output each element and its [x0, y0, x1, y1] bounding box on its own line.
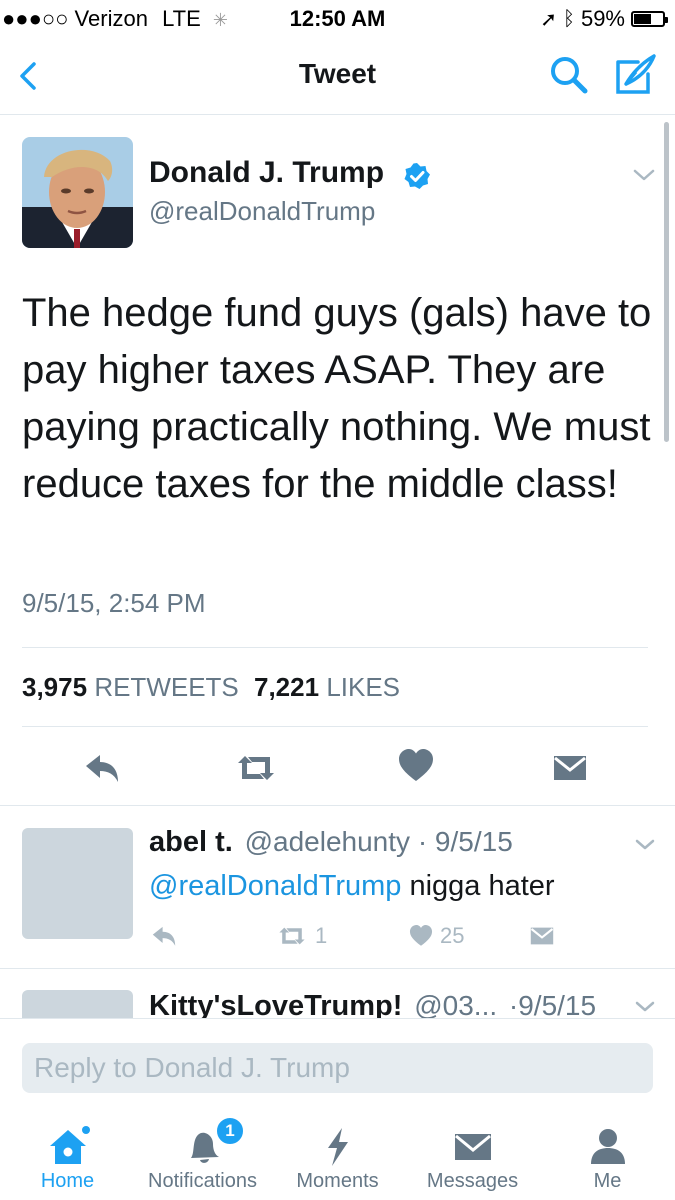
- reply-author-name[interactable]: abel t.: [149, 826, 233, 858]
- tab-me[interactable]: Me: [540, 1110, 675, 1200]
- like-count: 25: [440, 923, 465, 948]
- section-separator: [0, 805, 675, 806]
- tab-messages[interactable]: Messages: [405, 1110, 540, 1200]
- divider: [22, 647, 648, 648]
- tab-moments[interactable]: Moments: [270, 1110, 405, 1200]
- reply-text: @realDonaldTrump nigga hater: [149, 870, 555, 903]
- reply-date: ·9/5/15: [508, 990, 597, 1021]
- status-bar: ●●●○○ Verizon LTE ✳ 12:50 AM ➚ ᛒ 59%: [0, 0, 675, 40]
- compose-icon[interactable]: [612, 52, 658, 98]
- bluetooth-icon: ᛒ: [562, 7, 575, 30]
- tweet-timestamp: 9/5/15, 2:54 PM: [22, 588, 206, 618]
- avatar[interactable]: [22, 828, 133, 939]
- reply-icon: [152, 926, 176, 946]
- retweet-count: 1: [315, 923, 328, 948]
- avatar[interactable]: [22, 137, 133, 248]
- author-name[interactable]: Donald J. Trump: [149, 156, 384, 190]
- reply-body: nigga hater: [401, 870, 555, 902]
- like-label[interactable]: LIKES: [326, 672, 400, 702]
- status-right: ➚ ᛒ 59%: [540, 6, 668, 32]
- verified-badge-icon: [404, 163, 430, 189]
- reply-action-message[interactable]: [528, 922, 556, 950]
- location-icon: ➚: [540, 8, 557, 31]
- search-icon[interactable]: [548, 54, 590, 96]
- scrollbar[interactable]: [664, 122, 669, 442]
- notification-badge: 1: [215, 1116, 245, 1146]
- heart-icon[interactable]: [396, 746, 436, 786]
- lightning-icon: [327, 1128, 348, 1166]
- chevron-down-icon[interactable]: [634, 837, 656, 853]
- chevron-down-icon[interactable]: [634, 999, 656, 1015]
- battery-icon: [631, 11, 668, 27]
- avatar[interactable]: [22, 990, 133, 1018]
- author-handle[interactable]: @realDonaldTrump: [149, 196, 375, 227]
- tab-label: Notifications: [148, 1170, 257, 1192]
- heart-icon: [409, 924, 433, 946]
- reply-date: · 9/5/15: [417, 826, 513, 857]
- reply-author-handle[interactable]: @03...: [414, 990, 497, 1021]
- reply-action-like[interactable]: 25: [408, 922, 464, 950]
- tab-label: Messages: [426, 1170, 519, 1192]
- tab-label: Home: [40, 1170, 95, 1192]
- battery-percent: 59%: [580, 6, 625, 31]
- person-icon: [590, 1129, 625, 1164]
- chevron-down-icon[interactable]: [632, 166, 656, 184]
- reply-author-handle[interactable]: @adelehunty: [245, 826, 410, 857]
- reply-action-retweet[interactable]: 1: [275, 922, 327, 950]
- like-count[interactable]: 7,221: [254, 672, 319, 702]
- avatar-image: [22, 137, 133, 248]
- tab-label: Moments: [296, 1170, 379, 1192]
- tweet-text: The hedge fund guys (gals) have to pay h…: [22, 291, 652, 506]
- reply-action-reply[interactable]: [150, 922, 178, 950]
- tab-bar: Home 1 Notifications Moments Messages Me: [0, 1110, 675, 1200]
- engagement-stats: 3,975 RETWEETS 7,221 LIKES: [22, 672, 400, 703]
- divider: [22, 726, 648, 727]
- reply-icon[interactable]: [82, 748, 122, 788]
- retweet-label[interactable]: RETWEETS: [94, 672, 238, 702]
- retweet-count[interactable]: 3,975: [22, 672, 87, 702]
- reply-composer: [0, 1018, 675, 1111]
- retweet-icon: [279, 927, 305, 945]
- reply-header: abel t. @adelehunty · 9/5/15: [149, 826, 513, 859]
- tab-notifications[interactable]: 1 Notifications: [135, 1110, 270, 1200]
- mention-link[interactable]: @realDonaldTrump: [149, 870, 401, 902]
- section-separator: [0, 968, 675, 969]
- envelope-icon[interactable]: [550, 748, 590, 788]
- tab-home[interactable]: Home: [0, 1110, 135, 1200]
- home-icon: [49, 1126, 90, 1164]
- tab-label: Me: [593, 1170, 622, 1192]
- envelope-icon: [530, 927, 554, 945]
- nav-bar: Tweet: [0, 40, 675, 115]
- reply-input[interactable]: [22, 1043, 653, 1093]
- retweet-icon[interactable]: [236, 748, 276, 788]
- envelope-icon: [454, 1134, 491, 1160]
